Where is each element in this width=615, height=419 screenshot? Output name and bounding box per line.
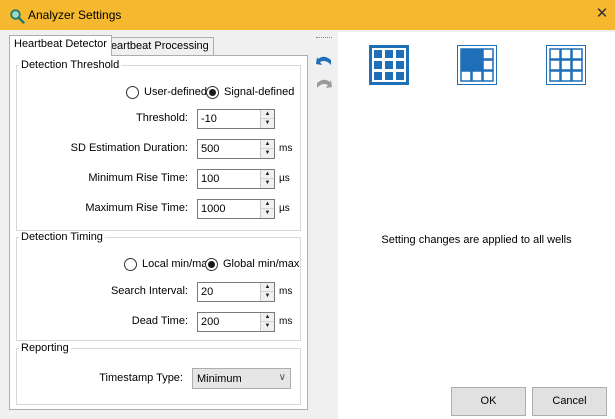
grip-handle[interactable] — [316, 37, 332, 39]
group-title: Reporting — [19, 342, 71, 354]
partial-wells-grid-icon[interactable] — [457, 45, 497, 85]
spin-up-icon[interactable]: ▲ — [261, 200, 274, 209]
tab-heartbeat-detector[interactable]: Heartbeat Detector — [9, 35, 112, 56]
spin-up-icon[interactable]: ▲ — [261, 313, 274, 322]
threshold-stepper[interactable]: -10 ▲ ▼ — [197, 109, 275, 129]
side-toolbar — [310, 32, 338, 419]
global-min-max-radio[interactable] — [205, 258, 218, 271]
user-defined-label: User-defined — [144, 86, 207, 98]
max-rise-unit: µs — [279, 203, 290, 214]
heartbeat-detector-panel: Detection Threshold User-defined Signal-… — [9, 55, 308, 410]
min-rise-label: Minimum Rise Time: — [88, 172, 188, 184]
sd-duration-unit: ms — [279, 143, 293, 154]
max-rise-label: Maximum Rise Time: — [85, 202, 188, 214]
timestamp-type-select[interactable]: Minimum ∨ — [192, 368, 291, 389]
search-interval-unit: ms — [279, 286, 293, 297]
global-min-max-label: Global min/max — [223, 258, 300, 270]
spin-down-icon[interactable]: ▼ — [261, 149, 274, 158]
threshold-value: -10 — [201, 113, 217, 125]
spin-down-icon[interactable]: ▼ — [261, 179, 274, 188]
group-title: Detection Timing — [19, 231, 105, 243]
sd-duration-stepper[interactable]: 500 ▲ ▼ — [197, 139, 275, 159]
detection-timing-group: Detection Timing Local min/max Global mi… — [16, 231, 301, 341]
tab-label: Heartbeat Processing — [103, 40, 209, 52]
spin-up-icon[interactable]: ▲ — [261, 170, 274, 179]
analyzer-settings-window: Analyzer Settings ✕ Heartbeat Detector H… — [0, 0, 615, 419]
max-rise-stepper[interactable]: 1000 ▲ ▼ — [197, 199, 275, 219]
dead-time-label: Dead Time: — [131, 315, 188, 327]
title-bar: Analyzer Settings ✕ — [0, 0, 615, 30]
local-min-max-radio[interactable] — [124, 258, 137, 271]
dead-time-unit: ms — [279, 316, 293, 327]
spin-buttons: ▲ ▼ — [260, 110, 274, 128]
tab-label: Heartbeat Detector — [14, 38, 107, 50]
signal-defined-label: Signal-defined — [224, 86, 295, 98]
sd-duration-label: SD Estimation Duration: — [70, 142, 188, 154]
spin-buttons: ▲ ▼ — [260, 140, 274, 158]
min-rise-unit: µs — [279, 173, 290, 184]
spin-buttons: ▲ ▼ — [260, 313, 274, 331]
tab-heartbeat-processing[interactable]: Heartbeat Processing — [98, 37, 214, 56]
undo-icon[interactable] — [315, 53, 333, 67]
dead-time-value: 200 — [201, 316, 220, 328]
dead-time-stepper[interactable]: 200 ▲ ▼ — [197, 312, 275, 332]
redo-icon[interactable] — [315, 76, 333, 90]
chevron-down-icon: ∨ — [278, 372, 286, 383]
all-wells-grid-icon[interactable] — [369, 45, 409, 85]
close-icon[interactable]: ✕ — [594, 6, 610, 22]
search-interval-label: Search Interval: — [110, 285, 188, 297]
user-defined-radio[interactable] — [126, 86, 139, 99]
spin-down-icon[interactable]: ▼ — [261, 322, 274, 331]
detection-threshold-group: Detection Threshold User-defined Signal-… — [16, 59, 301, 231]
apply-all-wells-message: Setting changes are applied to all wells — [381, 234, 572, 246]
group-title: Detection Threshold — [19, 59, 122, 71]
spin-buttons: ▲ ▼ — [260, 283, 274, 301]
spin-buttons: ▲ ▼ — [260, 200, 274, 218]
signal-defined-radio[interactable] — [206, 86, 219, 99]
min-rise-value: 100 — [201, 173, 220, 185]
search-interval-value: 20 — [201, 286, 214, 298]
ok-button[interactable]: OK — [451, 387, 526, 416]
max-rise-value: 1000 — [201, 203, 226, 215]
timestamp-type-label: Timestamp Type: — [99, 372, 183, 384]
empty-wells-grid-icon[interactable] — [546, 45, 586, 85]
search-interval-stepper[interactable]: 20 ▲ ▼ — [197, 282, 275, 302]
spin-up-icon[interactable]: ▲ — [261, 283, 274, 292]
reporting-group: Reporting Timestamp Type: Minimum ∨ — [16, 342, 301, 405]
spin-down-icon[interactable]: ▼ — [261, 292, 274, 301]
wells-panel — [338, 32, 615, 419]
threshold-label: Threshold: — [136, 112, 188, 124]
local-min-max-label: Local min/max — [142, 258, 213, 270]
spin-up-icon[interactable]: ▲ — [261, 140, 274, 149]
spin-buttons: ▲ ▼ — [260, 170, 274, 188]
spin-down-icon[interactable]: ▼ — [261, 209, 274, 218]
cancel-button[interactable]: Cancel — [532, 387, 607, 416]
sd-duration-value: 500 — [201, 143, 220, 155]
window-title: Analyzer Settings — [28, 8, 122, 22]
spin-up-icon[interactable]: ▲ — [261, 110, 274, 119]
min-rise-stepper[interactable]: 100 ▲ ▼ — [197, 169, 275, 189]
spin-down-icon[interactable]: ▼ — [261, 119, 274, 128]
timestamp-type-value: Minimum — [197, 373, 242, 385]
magnifier-icon — [10, 9, 25, 24]
